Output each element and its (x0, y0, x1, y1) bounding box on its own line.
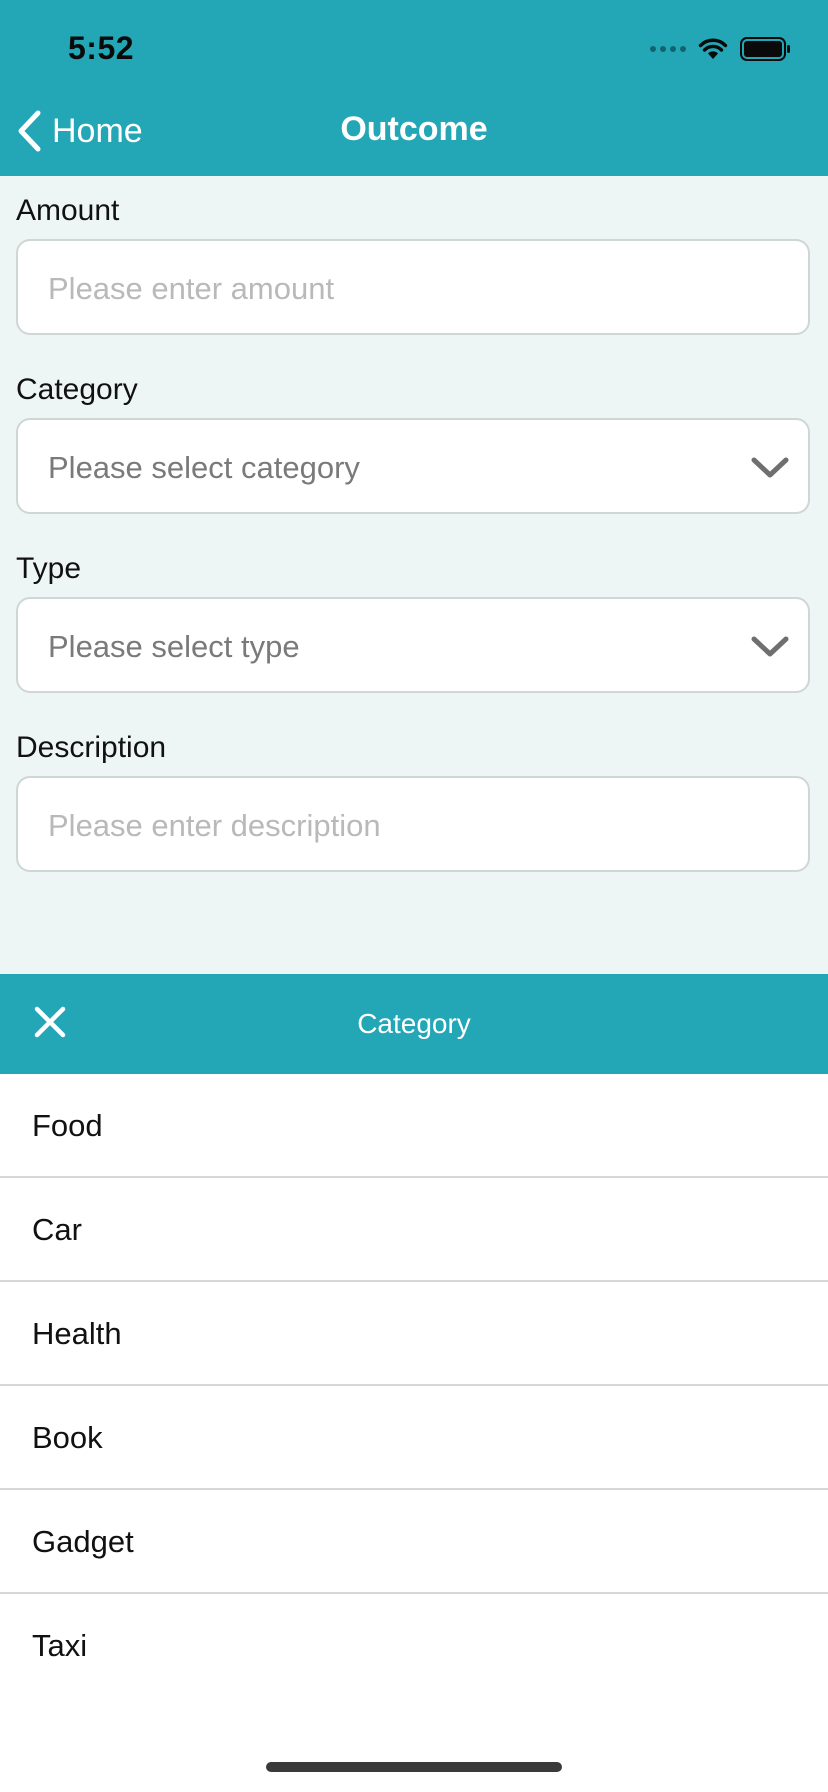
home-indicator[interactable] (266, 1762, 562, 1772)
amount-label: Amount (16, 194, 120, 227)
category-select[interactable]: Please select category (16, 418, 810, 514)
description-placeholder: Please enter description (48, 808, 381, 843)
picker-title: Category (357, 1008, 471, 1039)
status-icons (650, 36, 792, 62)
category-picker-header: Category (0, 974, 828, 1074)
category-option-gadget[interactable]: Gadget (0, 1490, 828, 1594)
type-select[interactable]: Please select type (16, 597, 810, 693)
description-label: Description (16, 731, 167, 764)
wifi-icon (698, 38, 728, 59)
category-placeholder: Please select category (48, 450, 360, 485)
status-time: 5:52 (68, 30, 135, 66)
category-option-food[interactable]: Food (0, 1074, 828, 1178)
type-label: Type (16, 552, 82, 585)
amount-placeholder: Please enter amount (48, 271, 335, 306)
category-option-taxi[interactable]: Taxi (0, 1594, 828, 1698)
page-title: Outcome (340, 110, 488, 148)
category-label: Category (16, 373, 138, 406)
category-option-book[interactable]: Book (0, 1386, 828, 1490)
amount-field[interactable]: Please enter amount (16, 239, 810, 335)
battery-icon (740, 37, 790, 61)
type-placeholder: Please select type (48, 629, 300, 664)
description-field[interactable]: Please enter description (16, 776, 810, 872)
category-option-car[interactable]: Car (0, 1178, 828, 1282)
app-header: 5:52 Home Outcome (0, 0, 828, 176)
signal-icon (650, 46, 686, 52)
category-option-health[interactable]: Health (0, 1282, 828, 1386)
chevron-down-icon (751, 636, 789, 657)
category-options: Food Car Health Book Gadget Taxi (0, 1074, 828, 1698)
outcome-form: Amount Please enter amount Category Plea… (0, 176, 828, 974)
chevron-down-icon (751, 457, 789, 478)
